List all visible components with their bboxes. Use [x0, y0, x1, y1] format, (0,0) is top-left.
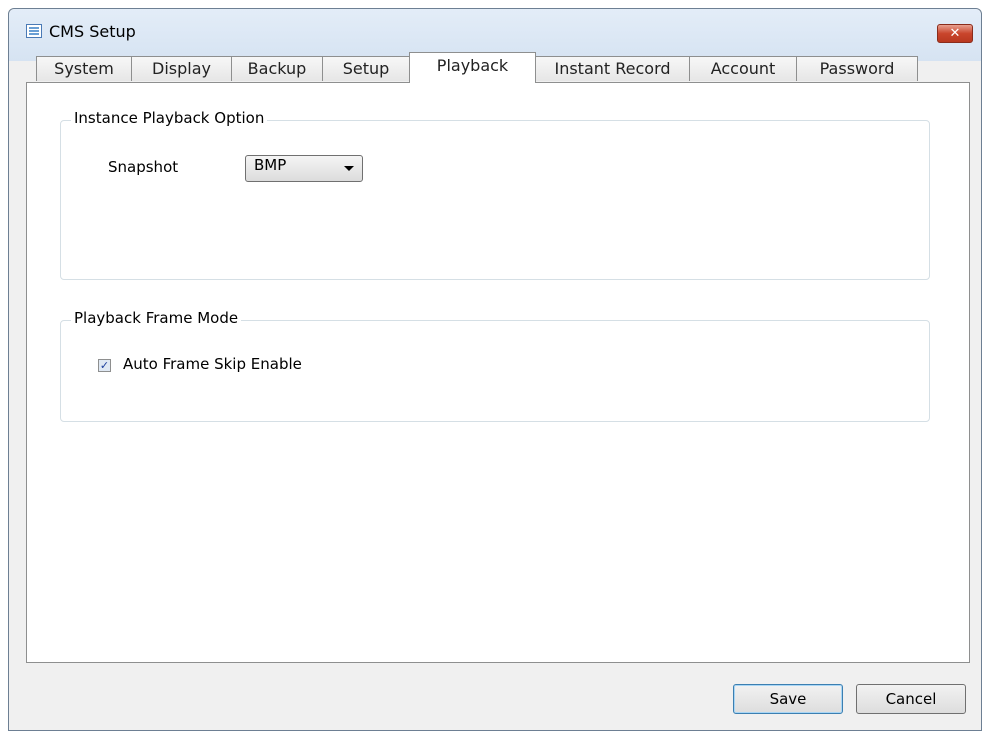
group-legend: Playback Frame Mode — [71, 309, 242, 327]
tab-display[interactable]: Display — [131, 56, 232, 81]
checkmark-icon: ✓ — [99, 359, 110, 372]
tab-setup[interactable]: Setup — [322, 56, 410, 81]
close-button[interactable]: ✕ — [937, 24, 973, 43]
window-title: CMS Setup — [49, 22, 136, 41]
tab-label: Playback — [436, 56, 509, 75]
close-icon: ✕ — [949, 26, 961, 41]
tab-account[interactable]: Account — [689, 56, 797, 81]
auto-frame-skip-label[interactable]: Auto Frame Skip Enable — [123, 355, 302, 373]
tab-label: Password — [819, 59, 895, 78]
tab-label: Instant Record — [554, 59, 671, 78]
app-icon — [26, 24, 42, 38]
snapshot-format-value: BMP — [254, 156, 287, 174]
tab-label: Account — [710, 59, 776, 78]
tab-password[interactable]: Password — [796, 56, 918, 81]
snapshot-label: Snapshot — [108, 158, 179, 176]
tab-label: System — [54, 59, 114, 78]
playback-tab-panel: Instance Playback Option Snapshot BMP Pl… — [26, 82, 970, 663]
playback-frame-mode-group: Playback Frame Mode ✓ Auto Frame Skip En… — [60, 309, 930, 422]
chevron-down-icon — [344, 166, 354, 171]
cancel-button[interactable]: Cancel — [856, 684, 966, 714]
tab-system[interactable]: System — [36, 56, 132, 81]
save-button[interactable]: Save — [733, 684, 843, 714]
tab-playback[interactable]: Playback — [409, 52, 536, 83]
instance-playback-group: Instance Playback Option Snapshot BMP — [60, 109, 930, 280]
tab-label: Backup — [247, 59, 307, 78]
tab-backup[interactable]: Backup — [231, 56, 323, 81]
tab-label: Display — [152, 59, 211, 78]
group-legend: Instance Playback Option — [71, 109, 268, 127]
auto-frame-skip-checkbox[interactable]: ✓ — [98, 359, 111, 372]
tab-label: Setup — [342, 59, 390, 78]
tab-instant-record[interactable]: Instant Record — [535, 56, 690, 81]
snapshot-format-select[interactable]: BMP — [245, 155, 363, 182]
